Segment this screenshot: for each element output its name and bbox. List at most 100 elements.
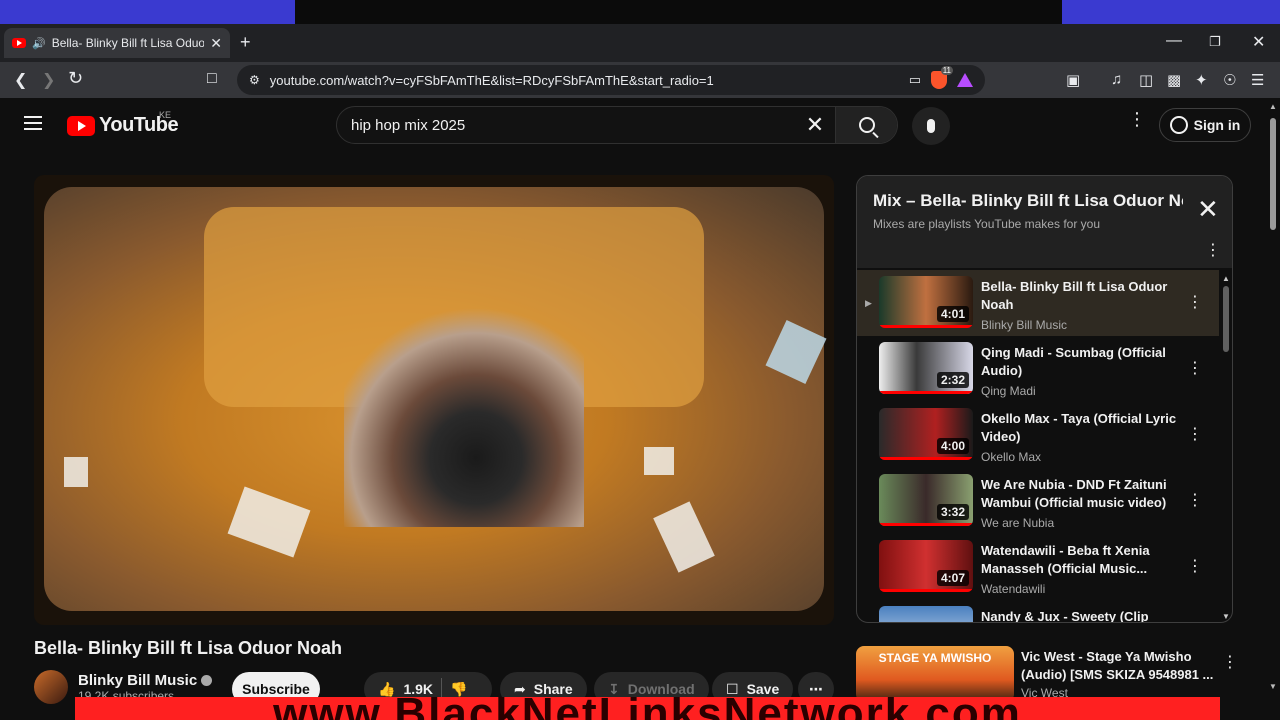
page-scroll-down-icon[interactable]: ▼	[1269, 682, 1277, 691]
thumbs-up-icon: 👍	[378, 680, 396, 697]
duration-badge: 3:32	[936, 504, 969, 520]
shield-count: 11	[940, 66, 953, 75]
video-scene-paper	[653, 501, 715, 573]
playlist-item-title: Nandy & Jux - Sweety (Clip	[981, 609, 1149, 623]
playlist-item[interactable]: 4:00 Okello Max - Taya (Official Lyric V…	[857, 402, 1219, 468]
channel-avatar[interactable]	[34, 670, 68, 704]
youtube-logo[interactable]: YouTube KE	[67, 110, 179, 137]
back-button[interactable]: ❮	[14, 70, 27, 90]
dislike-button[interactable]: 👎	[450, 681, 467, 698]
page-scroll-thumb[interactable]	[1270, 118, 1276, 230]
close-playlist-icon[interactable]: ✕	[1197, 196, 1219, 222]
leo-ai-icon[interactable]: ✦	[1195, 71, 1208, 89]
screenshot-icon[interactable]: ▣	[1066, 71, 1080, 89]
playlist-item-title: Bella- Blinky Bill ft Lisa Oduor Noah	[981, 279, 1168, 312]
search-box: ✕	[336, 106, 898, 144]
channel-name[interactable]: Blinky Bill Music	[78, 671, 213, 689]
playlist-thumbnail: 4:00	[879, 408, 973, 460]
download-label: Download	[627, 681, 695, 697]
brave-rewards-icon[interactable]	[957, 73, 973, 87]
watch-progress	[879, 391, 973, 394]
playlist-item[interactable]: Nandy & Jux - Sweety (Clip	[857, 600, 1219, 623]
browser-tab-bar: 🔊 Bella- Blinky Bill ft Lisa Oduor ✕ + —…	[0, 24, 1280, 62]
playlist-item-title: Qing Madi - Scumbag (Official Audio)	[981, 345, 1166, 378]
restore-button[interactable]: ❐	[1209, 34, 1221, 50]
browser-menu-icon[interactable]: ☰	[1251, 71, 1264, 89]
search-input[interactable]	[337, 116, 795, 134]
voice-search-button[interactable]	[912, 107, 950, 145]
watch-progress	[879, 325, 973, 328]
like-button[interactable]: 👍 1.9K	[378, 681, 433, 698]
item-menu-icon[interactable]: ⋮	[1187, 292, 1203, 312]
playlist-thumbnail: 3:32	[879, 474, 973, 526]
search-icon	[858, 117, 875, 133]
microphone-icon	[927, 119, 935, 133]
guide-menu-icon[interactable]	[24, 116, 42, 130]
playlist-title[interactable]: Mix – Bella- Blinky Bill ft Lisa Oduor N…	[873, 191, 1183, 211]
clear-search-icon[interactable]: ✕	[795, 112, 835, 138]
bookmark-icon[interactable]: □	[207, 70, 217, 88]
playlist-scrollbar[interactable]: ▲ ▼	[1222, 274, 1230, 621]
scroll-up-arrow-icon[interactable]: ▲	[1222, 274, 1230, 283]
wallet-icon[interactable]: ▩	[1167, 71, 1181, 89]
video-scene-paper	[765, 320, 827, 384]
sign-in-button[interactable]: Sign in	[1159, 108, 1251, 142]
speaker-icon[interactable]: 🔊	[32, 37, 46, 50]
thumbs-down-icon: 👎	[450, 680, 468, 697]
vpn-icon[interactable]: ☉	[1223, 71, 1236, 89]
search-button[interactable]	[835, 107, 897, 143]
playlist-item-title: We Are Nubia - DND Ft Zaituni Wambui (Of…	[981, 477, 1167, 510]
playlist-item-title: Watendawili - Beba ft Xenia Manasseh (Of…	[981, 543, 1150, 576]
settings-kebab-icon[interactable]: ⋮	[1128, 110, 1146, 128]
site-info-icon[interactable]: ⚙	[249, 73, 260, 87]
playlist-item-title: Okello Max - Taya (Official Lyric Video)	[981, 411, 1177, 444]
playlist-item-channel: Okello Max	[981, 450, 1042, 464]
playlist-panel: Mix – Bella- Blinky Bill ft Lisa Oduor N…	[856, 175, 1233, 623]
brave-shield-icon[interactable]: 11	[931, 66, 953, 89]
recommended-thumb-text: STAGE YA MWISHO	[878, 651, 992, 665]
duration-badge: 4:01	[936, 306, 969, 322]
recommended-title: Vic West - Stage Ya Mwisho (Audio) [SMS …	[1021, 649, 1214, 682]
page-scroll-up-icon[interactable]: ▲	[1269, 102, 1277, 111]
download-icon: ↧	[608, 680, 620, 697]
playlist-item-channel: We are Nubia	[981, 516, 1055, 530]
item-menu-icon[interactable]: ⋮	[1187, 358, 1203, 378]
youtube-play-icon	[67, 115, 95, 136]
verified-badge-icon	[201, 675, 213, 687]
browser-toolbar: ❮ ❯ ↻ □ ⚙ youtube.com/watch?v=cyFSbFAmTh…	[0, 62, 1280, 98]
video-scene-paper	[227, 486, 311, 558]
media-icon[interactable]: ♫	[1111, 71, 1122, 88]
sidebar-icon[interactable]: ◫	[1139, 71, 1153, 89]
recommended-menu-icon[interactable]: ⋮	[1222, 652, 1238, 672]
close-window-button[interactable]: ✕	[1252, 32, 1265, 52]
duration-badge: 4:00	[936, 438, 969, 454]
playlist-item-channel: Watendawili	[981, 582, 1046, 596]
item-menu-icon[interactable]: ⋮	[1187, 424, 1203, 444]
close-tab-icon[interactable]: ✕	[210, 35, 222, 52]
playlist-thumbnail: 4:07	[879, 540, 973, 592]
video-player[interactable]	[34, 175, 834, 625]
playlist-item[interactable]: 4:07 Watendawili - Beba ft Xenia Manasse…	[857, 534, 1219, 600]
browser-tab[interactable]: 🔊 Bella- Blinky Bill ft Lisa Oduor ✕	[4, 28, 230, 58]
scroll-down-arrow-icon[interactable]: ▼	[1222, 612, 1230, 621]
item-menu-icon[interactable]: ⋮	[1187, 490, 1203, 510]
address-bar[interactable]: ⚙ youtube.com/watch?v=cyFSbFAmThE&list=R…	[237, 65, 985, 95]
url-text: youtube.com/watch?v=cyFSbFAmThE&list=RDc…	[269, 72, 714, 88]
channel-name-text: Blinky Bill Music	[78, 671, 198, 689]
duration-badge: 4:07	[936, 570, 969, 586]
save-playlist-icon: ☐	[726, 680, 739, 697]
cast-icon[interactable]: ▭	[909, 72, 921, 88]
page-scrollbar[interactable]: ▲ ▼	[1266, 98, 1280, 698]
playlist-item[interactable]: 2:32 Qing Madi - Scumbag (Official Audio…	[857, 336, 1219, 402]
playlist-item[interactable]: 3:32 We Are Nubia - DND Ft Zaituni Wambu…	[857, 468, 1219, 534]
minimize-button[interactable]: —	[1166, 32, 1182, 50]
forward-button[interactable]: ❯	[42, 70, 55, 90]
item-menu-icon[interactable]: ⋮	[1187, 556, 1203, 576]
playlist-item[interactable]: ▶ 4:01 Bella- Blinky Bill ft Lisa Oduor …	[857, 270, 1219, 336]
new-tab-button[interactable]: +	[240, 32, 251, 53]
playlist-scroll-thumb[interactable]	[1223, 286, 1229, 352]
playlist-menu-icon[interactable]: ⋮	[1205, 240, 1221, 260]
reload-button[interactable]: ↻	[68, 68, 83, 89]
now-playing-icon: ▶	[865, 298, 872, 308]
playlist-subtitle: Mixes are playlists YouTube makes for yo…	[873, 217, 1100, 231]
